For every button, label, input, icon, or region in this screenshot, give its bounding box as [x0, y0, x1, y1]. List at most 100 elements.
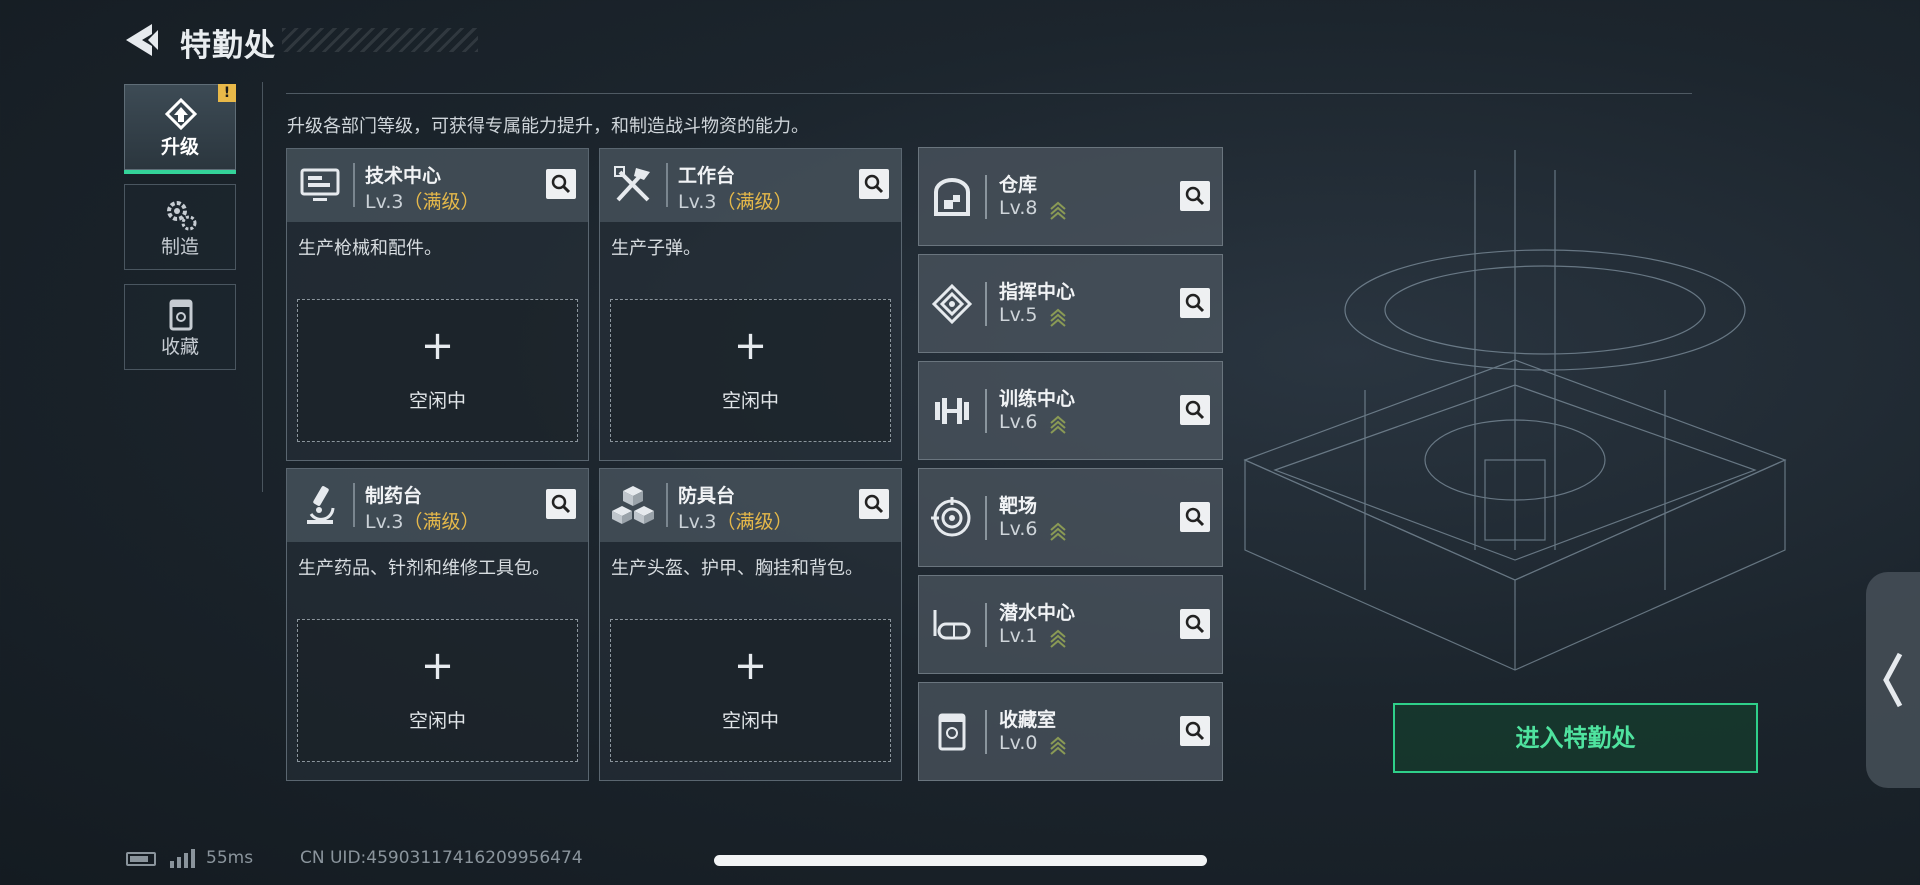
card-header: 工作台 Lv.3（满级）	[600, 149, 901, 222]
production-slot[interactable]: + 空闲中	[610, 619, 891, 762]
warehouse-icon	[934, 178, 970, 216]
add-icon: +	[733, 643, 768, 689]
maxed-label: （满级）	[403, 191, 480, 213]
slot-status: 空闲中	[721, 710, 779, 732]
nav-item-craft[interactable]: 制造	[124, 184, 236, 270]
facility-name: 潜水中心	[999, 602, 1076, 624]
battery-icon	[126, 852, 156, 866]
page-title: 特勤处	[180, 28, 276, 64]
search-button[interactable]	[859, 169, 889, 199]
card-header: 技术中心 Lv.3（满级）	[287, 149, 588, 222]
diving-mask-icon	[933, 610, 971, 640]
enter-special-ops-button[interactable]: 进入特勤处	[1393, 703, 1758, 773]
production-slot[interactable]: + 空闲中	[297, 619, 578, 762]
dept-card-armor[interactable]: 防具台 Lv.3（满级） 生产头盔、护甲、胸挂和背包。 + 空闲中	[599, 468, 902, 781]
nav-item-collection[interactable]: 收藏	[124, 284, 236, 370]
side-panel-handle[interactable]	[1866, 572, 1920, 788]
search-button[interactable]	[1180, 609, 1210, 639]
target-icon	[931, 497, 971, 537]
signal-icon	[170, 849, 195, 868]
nav-label: 收藏	[160, 336, 199, 358]
search-button[interactable]	[859, 489, 889, 519]
tools-icon	[614, 166, 650, 202]
facility-level: Lv.0	[999, 732, 1038, 754]
display-case-icon	[938, 713, 966, 751]
slot-status: 空闲中	[408, 710, 466, 732]
facility-shooting-range[interactable]: 靶场 Lv.6	[918, 468, 1223, 567]
facility-name: 训练中心	[999, 388, 1076, 410]
search-icon	[864, 494, 884, 514]
search-button[interactable]	[1180, 181, 1210, 211]
facility-training-center[interactable]: 训练中心 Lv.6	[918, 361, 1223, 460]
monitor-icon	[300, 168, 340, 201]
dept-name: 防具台	[678, 485, 736, 507]
dept-name: 技术中心	[365, 165, 442, 187]
search-button[interactable]	[546, 169, 576, 199]
upgrade-chevron-icon	[1050, 308, 1066, 327]
production-slot[interactable]: + 空闲中	[297, 299, 578, 442]
search-button[interactable]	[1180, 716, 1210, 746]
divider	[262, 82, 263, 492]
dept-level: Lv.3（满级）	[678, 191, 793, 213]
nav-label: 升级	[160, 136, 199, 158]
add-icon: +	[420, 643, 455, 689]
add-icon: +	[420, 323, 455, 369]
dept-name: 制药台	[365, 485, 423, 507]
nav-label: 制造	[160, 236, 199, 258]
facility-level: Lv.1	[999, 625, 1038, 647]
maxed-label: （满级）	[403, 511, 480, 533]
facility-collection-room[interactable]: 收藏室 Lv.0	[918, 682, 1223, 781]
search-button[interactable]	[546, 489, 576, 519]
facility-name: 收藏室	[999, 709, 1057, 731]
command-icon	[931, 283, 973, 325]
production-slot[interactable]: + 空闲中	[610, 299, 891, 442]
slot-status: 空闲中	[721, 390, 779, 412]
search-button[interactable]	[1180, 395, 1210, 425]
search-icon	[1185, 293, 1205, 313]
back-arrow-icon[interactable]	[122, 20, 160, 60]
facility-level: Lv.6	[999, 518, 1038, 540]
home-indicator[interactable]	[714, 855, 1207, 866]
dept-card-tech-center[interactable]: 技术中心 Lv.3（满级） 生产枪械和配件。 + 空闲中	[286, 148, 589, 461]
ping-readout: 55ms	[206, 848, 254, 868]
search-icon	[1185, 186, 1205, 206]
facility-warehouse[interactable]: 仓库 Lv.8	[918, 147, 1223, 246]
divider	[286, 93, 1692, 94]
upgrade-chevron-icon	[1050, 415, 1066, 434]
nav-item-upgrade[interactable]: 升级 !	[124, 84, 236, 174]
dept-level: Lv.3（满级）	[365, 511, 480, 533]
search-button[interactable]	[1180, 288, 1210, 318]
slot-status: 空闲中	[408, 390, 466, 412]
facility-command-center[interactable]: 指挥中心 Lv.5	[918, 254, 1223, 353]
dept-card-pharmacy[interactable]: 制药台 Lv.3（满级） 生产药品、针剂和维修工具包。 + 空闲中	[286, 468, 589, 781]
dept-description: 生产药品、针剂和维修工具包。	[298, 558, 550, 579]
microscope-icon	[307, 486, 335, 524]
facility-wireframe-art	[1243, 150, 1787, 671]
search-icon	[1185, 400, 1205, 420]
card-header: 制药台 Lv.3（满级）	[287, 469, 588, 542]
facility-name: 仓库	[999, 174, 1038, 196]
card-header: 防具台 Lv.3（满级）	[600, 469, 901, 542]
dept-description: 生产头盔、护甲、胸挂和背包。	[611, 558, 863, 579]
upgrade-chevron-icon	[1050, 201, 1066, 220]
search-button[interactable]	[1180, 502, 1210, 532]
facility-diving-center[interactable]: 潜水中心 Lv.1	[918, 575, 1223, 674]
facility-name: 指挥中心	[999, 281, 1076, 303]
title-decoration	[282, 28, 478, 52]
search-icon	[1185, 507, 1205, 527]
upgrade-icon	[164, 97, 198, 131]
facility-level: Lv.6	[999, 411, 1038, 433]
search-icon	[551, 494, 571, 514]
search-icon	[1185, 721, 1205, 741]
gears-icon	[167, 201, 197, 231]
trophy-case-icon	[169, 299, 193, 331]
warning-badge: !	[218, 84, 236, 102]
facility-level: Lv.5	[999, 304, 1038, 326]
facility-name: 靶场	[999, 495, 1038, 517]
armor-blocks-icon	[612, 486, 654, 524]
user-id: CN UID:4590311741620995647​4	[300, 848, 583, 868]
upgrade-chevron-icon	[1050, 629, 1066, 648]
dept-card-workbench[interactable]: 工作台 Lv.3（满级） 生产子弹。 + 空闲中	[599, 148, 902, 461]
dumbbell-icon	[935, 398, 969, 424]
dept-level: Lv.3（满级）	[365, 191, 480, 213]
